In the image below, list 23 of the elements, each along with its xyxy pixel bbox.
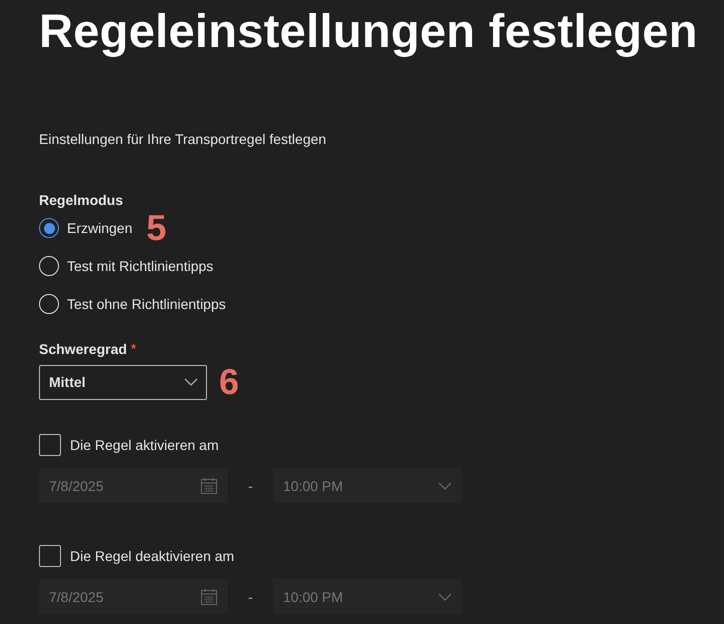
radio-label[interactable]: Test mit Richtlinientipps: [67, 258, 214, 274]
checkbox-label[interactable]: Die Regel deaktivieren am: [70, 548, 234, 564]
field-label: Schweregrad: [39, 340, 127, 358]
callout-number: 6: [219, 364, 240, 400]
radio-label[interactable]: Test ohne Richtlinientipps: [67, 296, 226, 312]
chevron-icon: [438, 482, 452, 490]
range-separator: -: [247, 478, 254, 494]
calendar-icon: [200, 476, 218, 494]
radio-label[interactable]: Erzwingen: [67, 220, 132, 236]
checkbox[interactable]: [39, 545, 61, 567]
chevron-icon: [184, 378, 198, 386]
subtitle: Einstellungen für Ihre Transportregel festlegen: [39, 130, 328, 148]
radio-button[interactable]: [39, 218, 59, 238]
required-mark: *: [130, 340, 136, 358]
severity-dropdown[interactable]: Mittel: [39, 364, 207, 400]
callout-number: 5: [146, 210, 166, 246]
calendar-icon: [200, 588, 218, 606]
checkbox-label[interactable]: Die Regel aktivieren am: [70, 437, 219, 453]
checkbox[interactable]: [39, 434, 61, 456]
page-title: Regeleinstellungen festlegen: [39, 3, 699, 58]
range-separator: -: [247, 588, 254, 604]
section-label: Regelmodus: [39, 191, 124, 209]
chevron-icon: [438, 592, 452, 600]
